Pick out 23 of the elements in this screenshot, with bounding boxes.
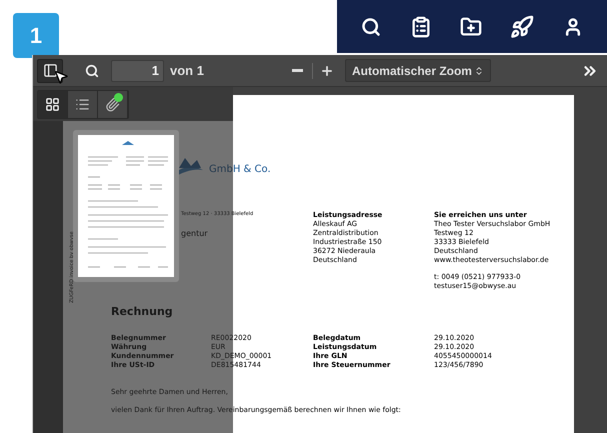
sidebar-tab[interactable] [68, 90, 98, 118]
minus-icon [292, 69, 304, 72]
updown-icon [474, 66, 484, 76]
sidebar-panel-icon [42, 63, 58, 78]
paperclip-icon [105, 96, 120, 112]
search-icon[interactable] [85, 64, 99, 78]
page-count: von 1 [170, 62, 204, 80]
clipboard-icon[interactable] [410, 16, 432, 38]
search-icon[interactable] [361, 16, 382, 36]
step-badge: 1 [13, 13, 59, 58]
page-number-field[interactable]: 1 [111, 60, 164, 82]
folder-plus-icon[interactable] [460, 16, 482, 38]
sidebar-tab[interactable] [38, 90, 68, 118]
mouse-cursor-icon [53, 69, 69, 85]
invoice-title: Rechnung [111, 305, 174, 318]
sidebar-tab[interactable] [98, 90, 128, 118]
sidebar-toggle-button[interactable] [37, 58, 63, 82]
rocket-icon[interactable] [510, 14, 534, 38]
zoom-select[interactable]: Automatischer Zoom [344, 59, 491, 82]
list-icon [75, 96, 90, 112]
grid-icon [45, 96, 60, 112]
address-text: gentur [181, 229, 209, 238]
plus-icon [320, 64, 334, 78]
